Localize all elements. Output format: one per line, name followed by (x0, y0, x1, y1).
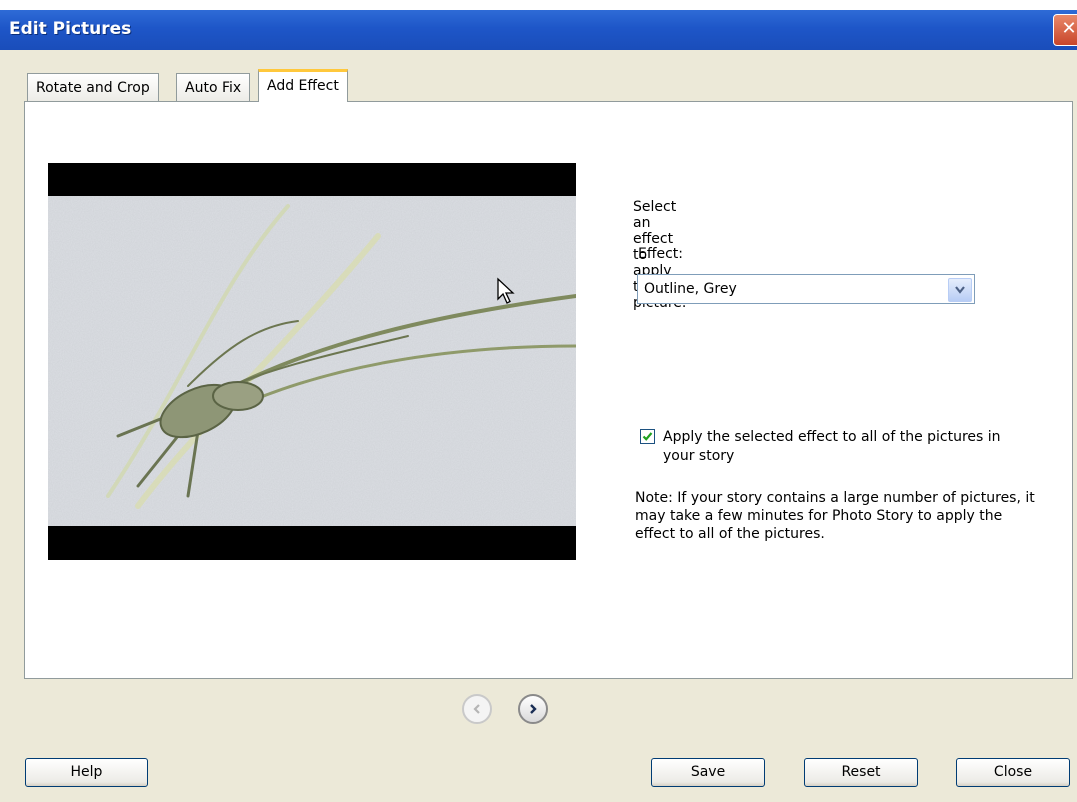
save-button[interactable]: Save (651, 758, 765, 787)
chevron-left-icon (473, 704, 480, 714)
title-bar: Edit Pictures ✕ (0, 10, 1077, 50)
apply-all-checkbox[interactable] (640, 429, 655, 444)
mouse-cursor-icon (497, 277, 515, 304)
chevron-right-icon (530, 704, 537, 714)
next-picture-button[interactable] (518, 694, 548, 724)
effect-dropdown[interactable]: Outline, Grey (637, 274, 975, 304)
previous-picture-button[interactable] (462, 694, 492, 724)
tab-add-effect[interactable]: Add Effect (258, 69, 348, 102)
window-top-strip (0, 0, 1077, 10)
effect-dropdown-value: Outline, Grey (644, 281, 737, 297)
tab-auto-fix[interactable]: Auto Fix (176, 73, 251, 102)
tab-rotate-and-crop[interactable]: Rotate and Crop (27, 73, 159, 102)
checkmark-icon (642, 432, 653, 441)
apply-all-label[interactable]: Apply the selected effect to all of the … (663, 428, 1033, 466)
chevron-down-icon[interactable] (948, 278, 972, 302)
help-button[interactable]: Help (25, 758, 148, 787)
preview-image (48, 196, 576, 526)
reset-button[interactable]: Reset (804, 758, 918, 787)
effect-label: Effect: (638, 246, 684, 262)
window-title: Edit Pictures (9, 19, 132, 39)
note-text: Note: If your story contains a large num… (635, 490, 1035, 542)
window-close-icon[interactable]: ✕ (1053, 14, 1077, 46)
picture-preview (48, 163, 576, 560)
close-button[interactable]: Close (956, 758, 1070, 787)
